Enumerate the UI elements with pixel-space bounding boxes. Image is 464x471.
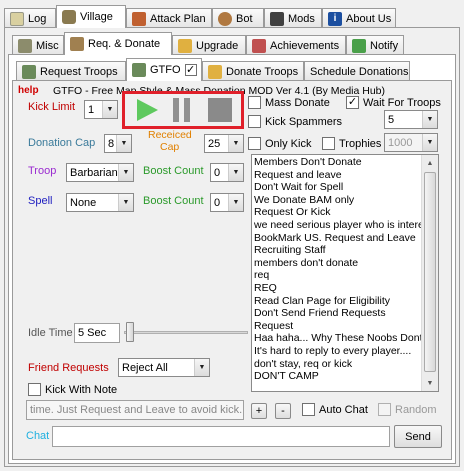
idle-time-track — [124, 331, 248, 334]
chevron-down-icon: ▼ — [116, 135, 131, 152]
messages-items: Members Don't Donate Request and leave Don… — [252, 156, 421, 383]
message-item[interactable]: Don't Wait for Spell — [252, 181, 421, 194]
message-item[interactable]: DON'T CAMP — [252, 370, 421, 383]
help-link[interactable]: help — [18, 85, 39, 96]
random-box — [378, 403, 391, 416]
boost-count-label-1: Boost Count — [143, 165, 204, 177]
trophies-checkbox[interactable]: Trophies — [322, 137, 381, 150]
only-kick-box — [248, 137, 261, 150]
trophies-box — [322, 137, 335, 150]
message-item[interactable]: members don't donate — [252, 257, 421, 270]
kick-with-note-checkbox[interactable]: Kick With Note — [28, 383, 117, 396]
scroll-thumb[interactable] — [424, 172, 436, 372]
message-item[interactable]: Request — [252, 320, 421, 333]
chevron-down-icon: ▼ — [228, 164, 243, 181]
message-item[interactable]: Members Don't Donate — [252, 156, 421, 169]
donation-cap-select[interactable]: 8 ▼ — [104, 134, 132, 153]
auto-chat-box — [302, 403, 315, 416]
stop-icon[interactable] — [208, 98, 232, 122]
boost-count-label-2: Boost Count — [143, 195, 204, 207]
message-item[interactable]: Haa haha... Why These Noobs Dont — [252, 332, 421, 345]
message-item[interactable]: It's hard to reply to every player.... — [252, 345, 421, 358]
message-item[interactable]: Request and leave — [252, 169, 421, 182]
add-message-button[interactable]: + — [251, 403, 267, 419]
message-item[interactable]: we need serious player who is interested — [252, 219, 421, 232]
scroll-up-icon[interactable]: ▲ — [422, 155, 438, 171]
message-item[interactable]: don't stay, req or kick — [252, 358, 421, 371]
only-kick-checkbox[interactable]: Only Kick — [248, 137, 311, 150]
mass-donate-checkbox[interactable]: Mass Donate — [248, 96, 330, 109]
spell-label: Spell — [28, 195, 53, 207]
chevron-down-icon: ▼ — [228, 135, 243, 152]
messages-scrollbar[interactable]: ▲ ▼ — [421, 155, 438, 391]
pause-icon[interactable] — [171, 98, 193, 122]
chevron-down-icon: ▼ — [422, 111, 437, 128]
received-cap-select[interactable]: 25 ▼ — [204, 134, 244, 153]
friend-requests-label: Friend Requests — [28, 362, 109, 374]
wait-for-troops-box: ✓ — [346, 96, 359, 109]
wait-for-troops-checkbox[interactable]: ✓ Wait For Troops — [346, 96, 441, 109]
idle-time-label: Idle Time — [28, 327, 73, 339]
kick-note-field[interactable]: time. Just Request and Leave to avoid ki… — [26, 400, 244, 420]
message-item[interactable]: Read Clan Page for Eligibility — [252, 295, 421, 308]
kick-with-note-box — [28, 383, 41, 396]
message-item[interactable]: Don't Send Friend Requests — [252, 307, 421, 320]
random-checkbox[interactable]: Random — [378, 403, 437, 416]
message-item[interactable]: Request Or Kick — [252, 206, 421, 219]
message-item[interactable]: BookMark US. Request and Leave — [252, 232, 421, 245]
chevron-down-icon: ▼ — [118, 194, 133, 211]
message-item[interactable]: Recruiting Staff — [252, 244, 421, 257]
troop-label: Troop — [28, 165, 57, 177]
play-icon[interactable] — [134, 97, 160, 123]
trophies-select[interactable]: 1000 ▼ — [384, 133, 438, 152]
troop-select[interactable]: Barbarian ▼ — [66, 163, 134, 182]
message-item[interactable]: req — [252, 269, 421, 282]
kick-limit-label: Kick Limit — [28, 101, 76, 113]
chat-input[interactable] — [52, 426, 390, 447]
kick-spammers-box — [248, 115, 261, 128]
kick-limit-select[interactable]: 1 ▼ — [84, 100, 118, 119]
message-item[interactable]: REQ — [252, 282, 421, 295]
send-button[interactable]: Send — [394, 425, 442, 448]
chevron-down-icon: ▼ — [194, 359, 209, 376]
scroll-down-icon[interactable]: ▼ — [422, 375, 438, 391]
message-item[interactable]: We Donate BAM only — [252, 194, 421, 207]
received-cap-label: Receiced — [148, 129, 192, 141]
chevron-down-icon: ▼ — [118, 164, 133, 181]
boost-count-select-1[interactable]: 0 ▼ — [210, 163, 244, 182]
donation-cap-label: Donation Cap — [28, 137, 96, 149]
kick-spammers-checkbox[interactable]: Kick Spammers — [248, 115, 342, 128]
chevron-down-icon: ▼ — [228, 194, 243, 211]
received-cap-label-2: Cap — [160, 141, 180, 153]
mass-donate-box — [248, 96, 261, 109]
messages-list[interactable]: Members Don't Donate Request and leave Don… — [251, 154, 439, 392]
idle-time-slider[interactable] — [126, 322, 134, 342]
chat-label: Chat — [26, 430, 50, 442]
friend-requests-select[interactable]: Reject All ▼ — [118, 358, 210, 377]
spell-select[interactable]: None ▼ — [66, 193, 134, 212]
idle-time-value: 5 Sec — [74, 323, 120, 343]
chevron-down-icon: ▼ — [422, 134, 437, 151]
chevron-down-icon: ▼ — [102, 101, 117, 118]
boost-count-select-2[interactable]: 0 ▼ — [210, 193, 244, 212]
kick-spammers-select[interactable]: 5 ▼ — [384, 110, 438, 129]
auto-chat-checkbox[interactable]: Auto Chat — [302, 403, 368, 416]
remove-message-button[interactable]: - — [275, 403, 291, 419]
